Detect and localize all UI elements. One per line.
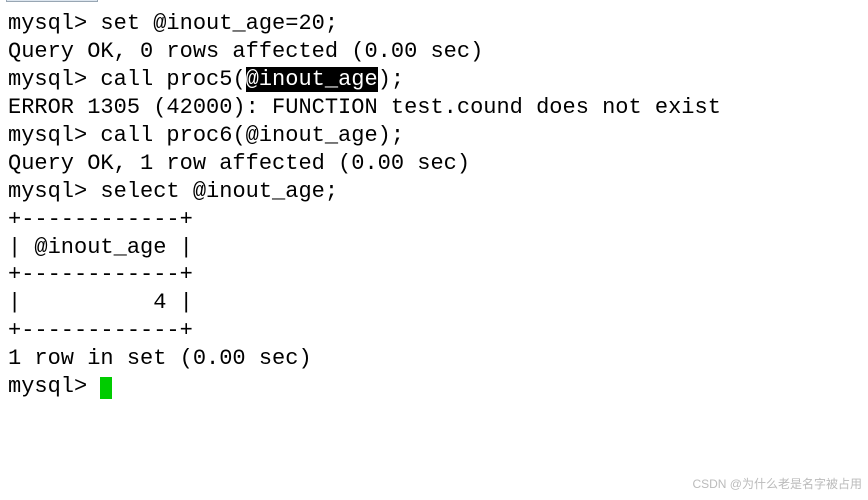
table-header: | @inout_age | (8, 234, 860, 262)
term-line-prompt: mysql> (8, 373, 860, 401)
term-line: mysql> call proc5(@inout_age); (8, 66, 860, 94)
term-line: mysql> set @inout_age=20; (8, 10, 860, 38)
cmd-call5-post: ); (378, 67, 404, 92)
cursor-icon (100, 377, 112, 399)
mysql-terminal[interactable]: mysql> set @inout_age=20; Query OK, 0 ro… (8, 10, 860, 401)
table-border: +------------+ (8, 206, 860, 234)
prompt: mysql> (8, 123, 87, 148)
cmd-select: select @inout_age; (100, 179, 338, 204)
cmd-set: set @inout_age=20; (100, 11, 338, 36)
cmd-call6: call proc6(@inout_age); (100, 123, 404, 148)
term-line: mysql> call proc6(@inout_age); (8, 122, 860, 150)
prompt: mysql> (8, 67, 87, 92)
cmd-call5-pre: call proc5( (100, 67, 245, 92)
prompt: mysql> (8, 374, 87, 399)
term-line: mysql> select @inout_age; (8, 178, 860, 206)
selected-text: @inout_age (246, 67, 378, 92)
term-line: 1 row in set (0.00 sec) (8, 345, 860, 373)
prompt: mysql> (8, 11, 87, 36)
term-line: Query OK, 0 rows affected (0.00 sec) (8, 38, 860, 66)
term-line: Query OK, 1 row affected (0.00 sec) (8, 150, 860, 178)
table-row: | 4 | (8, 289, 860, 317)
watermark: CSDN @为什么老是名字被占用 (692, 477, 862, 492)
table-border: +------------+ (8, 261, 860, 289)
tab-stub (6, 0, 98, 2)
prompt: mysql> (8, 179, 87, 204)
table-border: +------------+ (8, 317, 860, 345)
term-line-error: ERROR 1305 (42000): FUNCTION test.cound … (8, 94, 860, 122)
